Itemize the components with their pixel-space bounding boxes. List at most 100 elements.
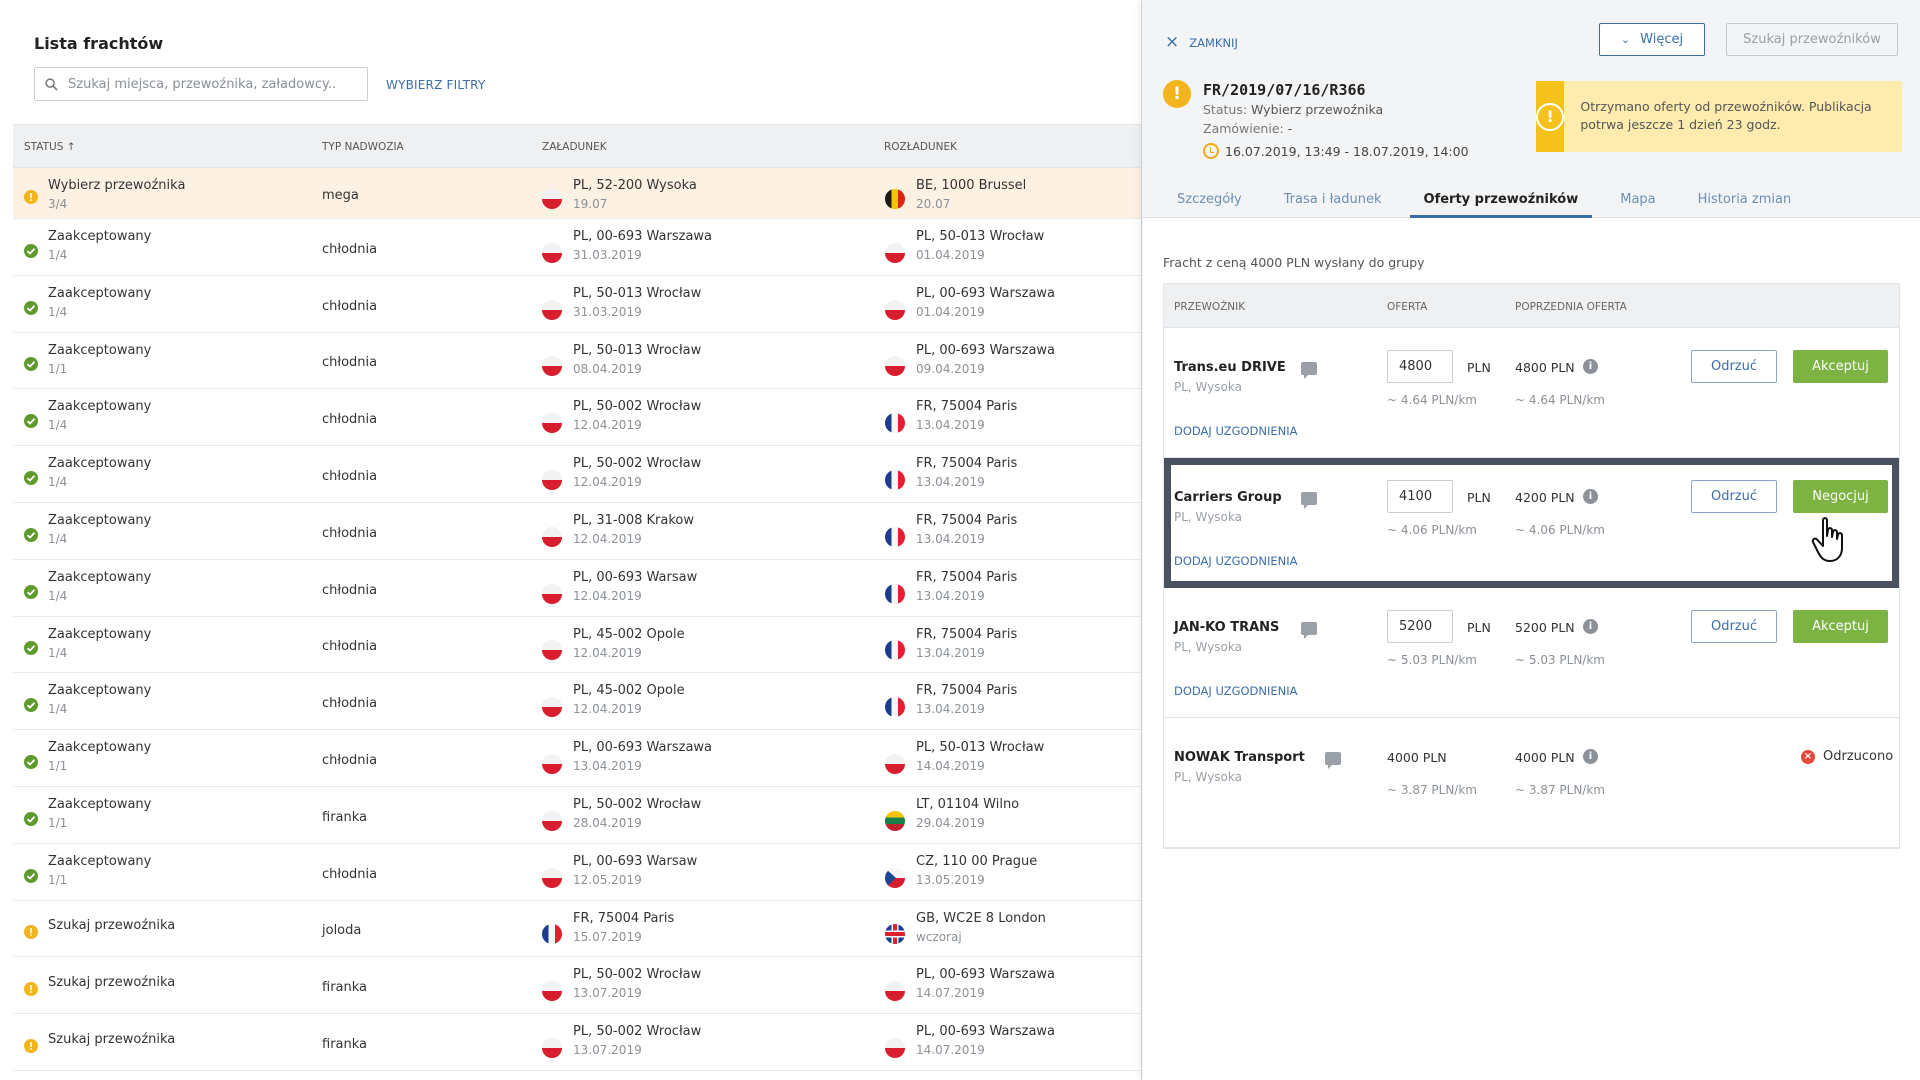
table-row[interactable]: Zaakceptowany 1/4 chłodnia PL, 50-002 Wrocł… [13,389,1141,447]
row-progress: 1/4 [48,588,68,603]
header-loading[interactable]: ZAŁADUNEK [542,141,607,153]
row-loading-date: 12.04.2019 [573,645,642,660]
chat-icon[interactable] [1301,492,1317,509]
info-icon[interactable]: i [1583,749,1598,764]
search-box[interactable] [34,67,368,101]
row-progress: 1/4 [48,418,68,433]
offer-currency: PLN [1467,490,1491,505]
flag-pl-icon [542,299,562,320]
search-input[interactable] [68,76,367,92]
table-header: STATUS ↑ TYP NADWOZIA ZAŁADUNEK ROZŁADUN… [13,124,1141,168]
row-loading-place: PL, 45-002 Opole [573,626,685,642]
header-unloading[interactable]: ROZŁADUNEK [884,141,957,153]
flag-pl-icon [542,697,562,718]
reject-button[interactable]: Odrzuć [1691,610,1777,643]
row-body-type: chłodnia [322,355,378,371]
table-row[interactable]: Zaakceptowany 1/4 chłodnia PL, 45-002 Opole… [13,616,1141,674]
carrier-name[interactable]: JAN-KO TRANS [1174,620,1279,635]
row-unloading-place: PL, 50-013 Wrocław [916,740,1045,756]
flag-cz-icon [885,867,905,888]
tab-1[interactable]: Trasa i ładunek [1270,182,1396,218]
header-status[interactable]: STATUS ↑ [24,141,76,153]
add-agreement-link[interactable]: DODAJ UZGODNIENIA [1174,424,1298,438]
search-icon [45,77,58,91]
table-row[interactable]: Zaakceptowany 1/1 chłodnia PL, 50-013 Wrocł… [13,332,1141,390]
offer-price-input[interactable] [1387,480,1453,513]
panel-tabs: Szczegóły Trasa i ładunek Oferty przewoźni… [1163,182,1819,218]
freight-table-body: Wybierz przewoźnika 3/4 mega PL, 52-200 Wys… [13,168,1141,1080]
chat-icon[interactable] [1301,362,1317,379]
status-label: Status: [1203,102,1248,117]
choose-filters-link[interactable]: WYBIERZ FILTRY [386,78,485,92]
table-row[interactable]: Zaakceptowany 1/1 chłodnia PL, 00-693 Warsz… [13,730,1141,787]
warning-icon: ! [1163,80,1191,108]
table-row[interactable]: Zaakceptowany 1/1 chłodnia PL, 00-693 Warsa… [13,843,1141,901]
add-agreement-link[interactable]: DODAJ UZGODNIENIA [1174,554,1298,568]
table-row[interactable]: Szukaj przewoźnika joloda FR, 75004 Paris 1… [13,900,1141,958]
search-carriers-button: Szukaj przewoźników [1726,23,1898,56]
table-row[interactable]: Zaakceptowany 1/4 chłodnia PL, 45-002 Opole… [13,673,1141,731]
header-body-type[interactable]: TYP NADWOZIA [322,141,404,153]
carrier-location: PL, Wysoka [1174,380,1242,394]
row-loading-date: 19.07 [573,197,608,211]
table-row[interactable]: Zaakceptowany 1/4 chłodnia PL, 50-002 Wrocł… [13,446,1141,503]
chat-icon[interactable] [1301,622,1317,639]
table-row[interactable]: Zaakceptowany 1/4 chłodnia PL, 00-693 Warsz… [13,219,1141,276]
header-previous-offer: POPRZEDNIA OFERTA [1515,301,1627,313]
more-button[interactable]: ⌄ Więcej [1599,23,1705,56]
tab-0[interactable]: Szczegóły [1163,182,1256,218]
row-unloading-place: GB, WC2E 8 London [916,910,1046,926]
carrier-name[interactable]: Trans.eu DRIVE [1174,360,1286,375]
add-agreement-link[interactable]: DODAJ UZGODNIENIA [1174,684,1298,698]
carrier-name[interactable]: Carriers Group [1174,490,1282,505]
accept-button[interactable]: Akceptuj [1793,610,1888,643]
row-body-type: chłodnia [322,866,378,882]
negotiate-button[interactable]: Negocjuj [1793,480,1888,513]
row-unloading-place: PL, 00-693 Warszawa [916,342,1056,358]
flag-pl-icon [542,356,562,377]
chat-icon[interactable] [1325,752,1341,769]
row-body-type: chłodnia [322,298,378,314]
row-status: Zaakceptowany [48,569,152,585]
reject-button[interactable]: Odrzuć [1691,480,1777,513]
carrier-location: PL, Wysoka [1174,510,1242,524]
tab-3[interactable]: Mapa [1606,182,1669,218]
close-icon: × [1165,32,1180,52]
flag-lt-icon [885,810,905,831]
info-icon[interactable]: i [1583,489,1598,504]
offers-table: PRZEWOŹNIK OFERTA POPRZEDNIA OFERTA Tran… [1163,283,1900,849]
table-row[interactable]: Szukaj przewoźnika firanka PL, 50-002 Wroc… [13,1014,1141,1071]
order-value: - [1287,121,1293,136]
table-row[interactable]: Zaakceptowany 1/4 chłodnia PL, 00-693 Warsa… [13,559,1141,617]
offer-price-input[interactable] [1387,610,1453,643]
table-row[interactable]: Zaakceptowany 1/4 chłodnia PL, 31-008 Krako… [13,502,1141,560]
row-progress: 1/1 [48,759,68,774]
tab-4[interactable]: Historia zmian [1684,182,1806,218]
offer-price-input[interactable] [1387,350,1453,383]
table-row[interactable]: PL, 60-829 PoznańFR, 75004 Paris [13,1070,1141,1080]
close-button[interactable]: × ZAMKNIJ [1165,34,1238,51]
accept-button[interactable]: Akceptuj [1793,350,1888,383]
info-icon[interactable]: i [1583,359,1598,374]
tab-2[interactable]: Oferty przewoźników [1409,182,1593,218]
table-row[interactable]: Szukaj przewoźnika firanka PL, 50-002 Wroc… [13,957,1141,1015]
close-label: ZAMKNIJ [1189,35,1238,50]
flag-pl-icon [542,1038,562,1059]
table-row[interactable]: Zaakceptowany 1/1 firanka PL, 50-002 Wrocła… [13,786,1141,844]
info-icon[interactable]: i [1583,619,1598,634]
hand-pointer-icon [1811,516,1851,564]
row-body-type: chłodnia [322,753,378,769]
carrier-name[interactable]: NOWAK Transport [1174,750,1305,765]
check-circle-icon [24,698,38,713]
flag-pl-icon [542,754,562,775]
row-loading-place: PL, 50-002 Wrocław [573,1024,702,1040]
offer-per-km: ~ 5.03 PLN/km [1387,653,1477,667]
row-unloading-date: 13.05.2019 [916,872,985,887]
table-row[interactable]: Zaakceptowany 1/4 chłodnia PL, 50-013 Wrocł… [13,275,1141,333]
flag-pl-icon [885,1038,905,1059]
table-row[interactable]: Wybierz przewoźnika 3/4 mega PL, 52-200 Wys… [13,168,1141,219]
row-unloading-date: 14.07.2019 [916,1043,985,1058]
offers-header: PRZEWOŹNIK OFERTA POPRZEDNIA OFERTA [1164,284,1899,328]
row-loading-place: PL, 00-693 Warszawa [573,229,713,244]
reject-button[interactable]: Odrzuć [1691,350,1777,383]
